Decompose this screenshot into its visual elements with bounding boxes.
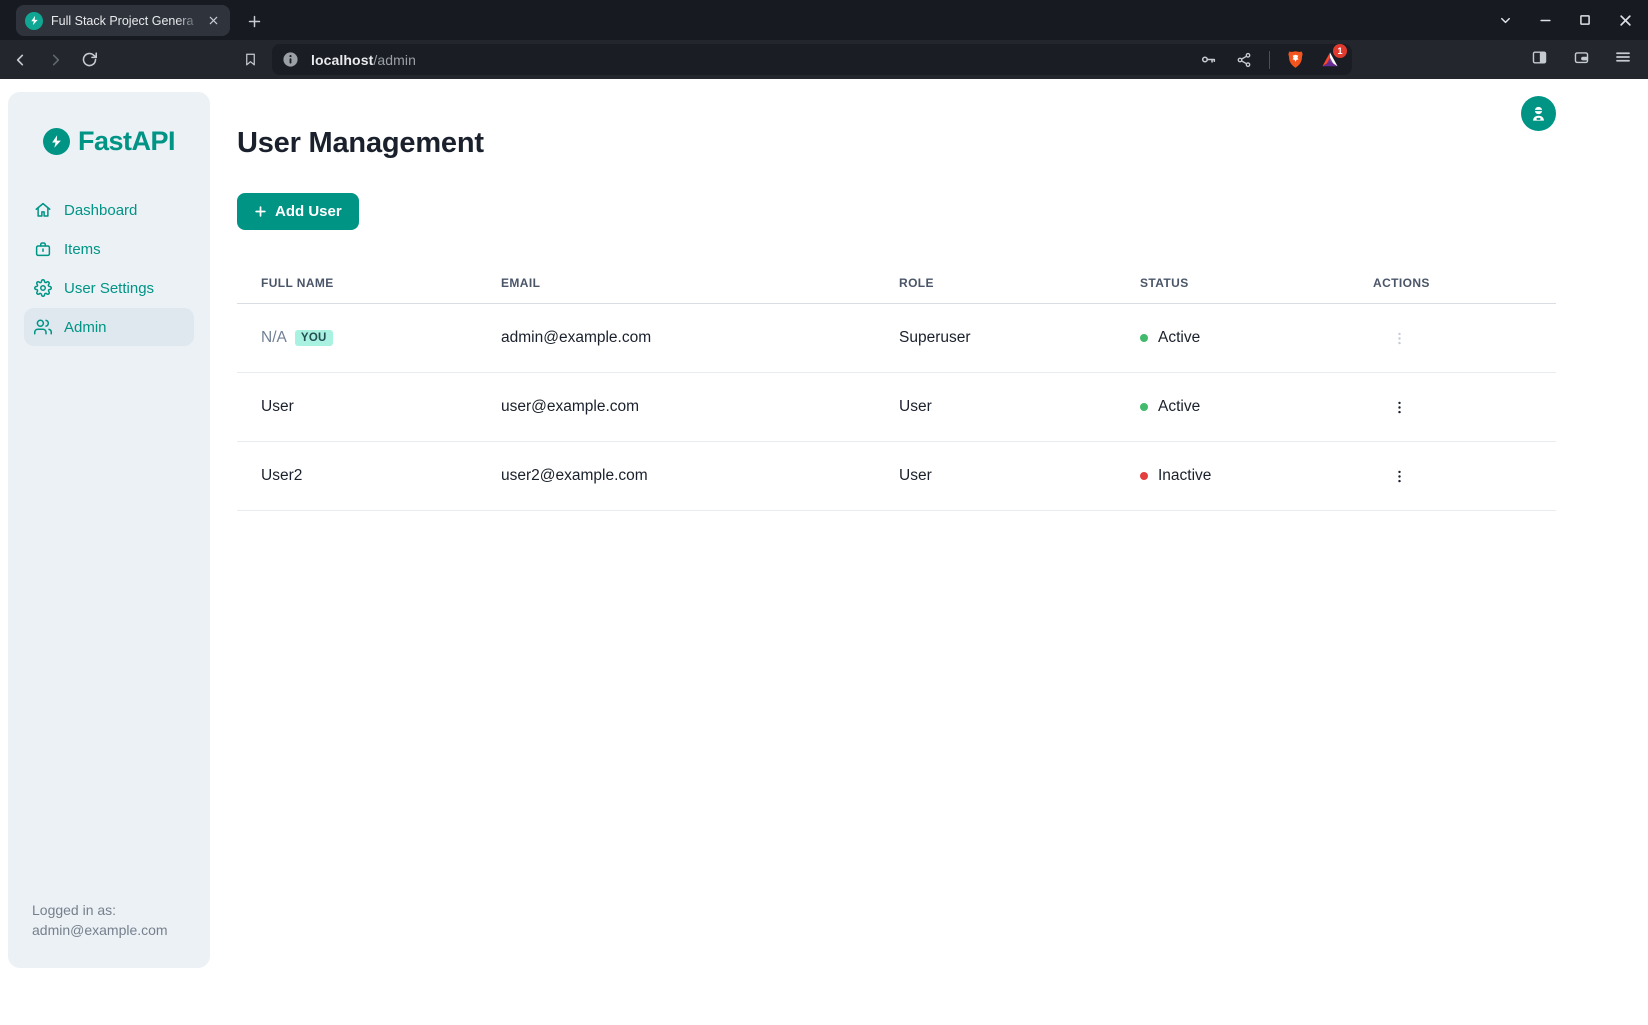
home-icon — [34, 201, 52, 219]
reload-button[interactable] — [76, 47, 102, 73]
browser-tab-strip: Full Stack Project Genera — [0, 0, 1648, 40]
row-actions-menu-button[interactable] — [1385, 393, 1413, 421]
url-text: localhost/admin — [311, 52, 1195, 68]
cell-status: Inactive — [1140, 467, 1373, 485]
row-actions-menu-button[interactable] — [1385, 462, 1413, 490]
new-tab-button[interactable] — [242, 9, 266, 33]
cell-email: user2@example.com — [501, 467, 899, 485]
sidebar: FastAPI Dashboard Items User Settings Ad… — [8, 92, 210, 968]
sidebar-toggle-icon[interactable] — [1526, 44, 1552, 70]
sidebar-item-label: Dashboard — [64, 202, 137, 219]
kebab-icon — [1391, 399, 1408, 416]
fastapi-logo: FastAPI — [8, 126, 210, 157]
status-dot — [1140, 334, 1148, 342]
brand-name: FastAPI — [78, 126, 175, 157]
table-row: User user@example.com User Active — [237, 373, 1556, 442]
page-content: FastAPI Dashboard Items User Settings Ad… — [0, 79, 1648, 1025]
cell-email: admin@example.com — [501, 329, 899, 347]
sidebar-item-label: Admin — [64, 319, 107, 336]
users-table: FULL NAME EMAIL ROLE STATUS ACTIONS N/A … — [237, 262, 1556, 511]
cell-full-name: N/A — [261, 329, 287, 347]
sidebar-menu: Dashboard Items User Settings Admin — [8, 191, 210, 346]
back-button[interactable] — [8, 47, 34, 73]
user-menu-button[interactable] — [1521, 96, 1556, 131]
col-header-actions: ACTIONS — [1373, 276, 1556, 290]
window-minimize-button[interactable] — [1532, 7, 1558, 33]
page-title: User Management — [237, 127, 1556, 160]
sidebar-item-label: User Settings — [64, 280, 154, 297]
main-content: User Management Add User FULL NAME EMAIL… — [237, 79, 1556, 511]
tab-close-icon[interactable] — [204, 12, 222, 30]
sidebar-item-items[interactable]: Items — [24, 230, 194, 268]
wallet-icon[interactable] — [1568, 44, 1594, 70]
site-info-icon[interactable] — [282, 51, 299, 68]
logged-in-email: admin@example.com — [32, 920, 168, 940]
status-dot — [1140, 472, 1148, 480]
cell-role: User — [899, 398, 1140, 416]
sidebar-item-user-settings[interactable]: User Settings — [24, 269, 194, 307]
tab-title: Full Stack Project Genera — [51, 14, 204, 28]
users-icon — [34, 318, 52, 336]
bookmark-icon[interactable] — [237, 46, 263, 72]
fastapi-favicon-icon — [25, 12, 43, 30]
plus-icon — [254, 205, 267, 218]
you-badge: YOU — [295, 330, 333, 346]
cell-full-name: User — [261, 398, 294, 416]
user-astronaut-icon — [1529, 104, 1548, 123]
table-row: N/A YOU admin@example.com Superuser Acti… — [237, 304, 1556, 373]
kebab-icon — [1391, 330, 1408, 347]
cell-full-name: User2 — [261, 467, 302, 485]
menu-hamburger-icon[interactable] — [1610, 44, 1636, 70]
col-header-status: STATUS — [1140, 276, 1373, 290]
fastapi-bolt-icon — [43, 128, 70, 155]
table-row: User2 user2@example.com User Inactive — [237, 442, 1556, 511]
cell-email: user@example.com — [501, 398, 899, 416]
url-path: /admin — [373, 52, 416, 68]
logged-in-info: Logged in as: admin@example.com — [32, 900, 168, 940]
logged-in-label: Logged in as: — [32, 900, 168, 920]
forward-button[interactable] — [42, 47, 68, 73]
window-maximize-button[interactable] — [1572, 7, 1598, 33]
address-bar[interactable]: localhost/admin 1 — [272, 44, 1352, 75]
brave-rewards-icon[interactable]: 1 — [1318, 48, 1342, 72]
sidebar-item-dashboard[interactable]: Dashboard — [24, 191, 194, 229]
table-header-row: FULL NAME EMAIL ROLE STATUS ACTIONS — [237, 262, 1556, 304]
brave-shield-icon[interactable] — [1282, 47, 1308, 73]
briefcase-icon — [34, 240, 52, 258]
cell-role: Superuser — [899, 329, 1140, 347]
gear-icon — [34, 279, 52, 297]
kebab-icon — [1391, 468, 1408, 485]
cell-status: Active — [1140, 398, 1373, 416]
password-key-icon[interactable] — [1195, 47, 1221, 73]
cell-role: User — [899, 467, 1140, 485]
col-header-role: ROLE — [899, 276, 1140, 290]
status-dot — [1140, 403, 1148, 411]
browser-tab[interactable]: Full Stack Project Genera — [16, 5, 230, 36]
url-host: localhost — [311, 52, 373, 68]
add-user-button[interactable]: Add User — [237, 193, 359, 230]
divider — [1269, 51, 1270, 69]
col-header-email: EMAIL — [501, 276, 899, 290]
sidebar-item-admin[interactable]: Admin — [24, 308, 194, 346]
col-header-full-name: FULL NAME — [261, 276, 501, 290]
share-icon[interactable] — [1231, 47, 1257, 73]
tab-search-chevron-icon[interactable] — [1492, 7, 1518, 33]
row-actions-menu-button — [1385, 324, 1413, 352]
window-close-button[interactable] — [1612, 7, 1638, 33]
sidebar-item-label: Items — [64, 241, 101, 258]
cell-status: Active — [1140, 329, 1373, 347]
rewards-badge: 1 — [1333, 44, 1347, 58]
